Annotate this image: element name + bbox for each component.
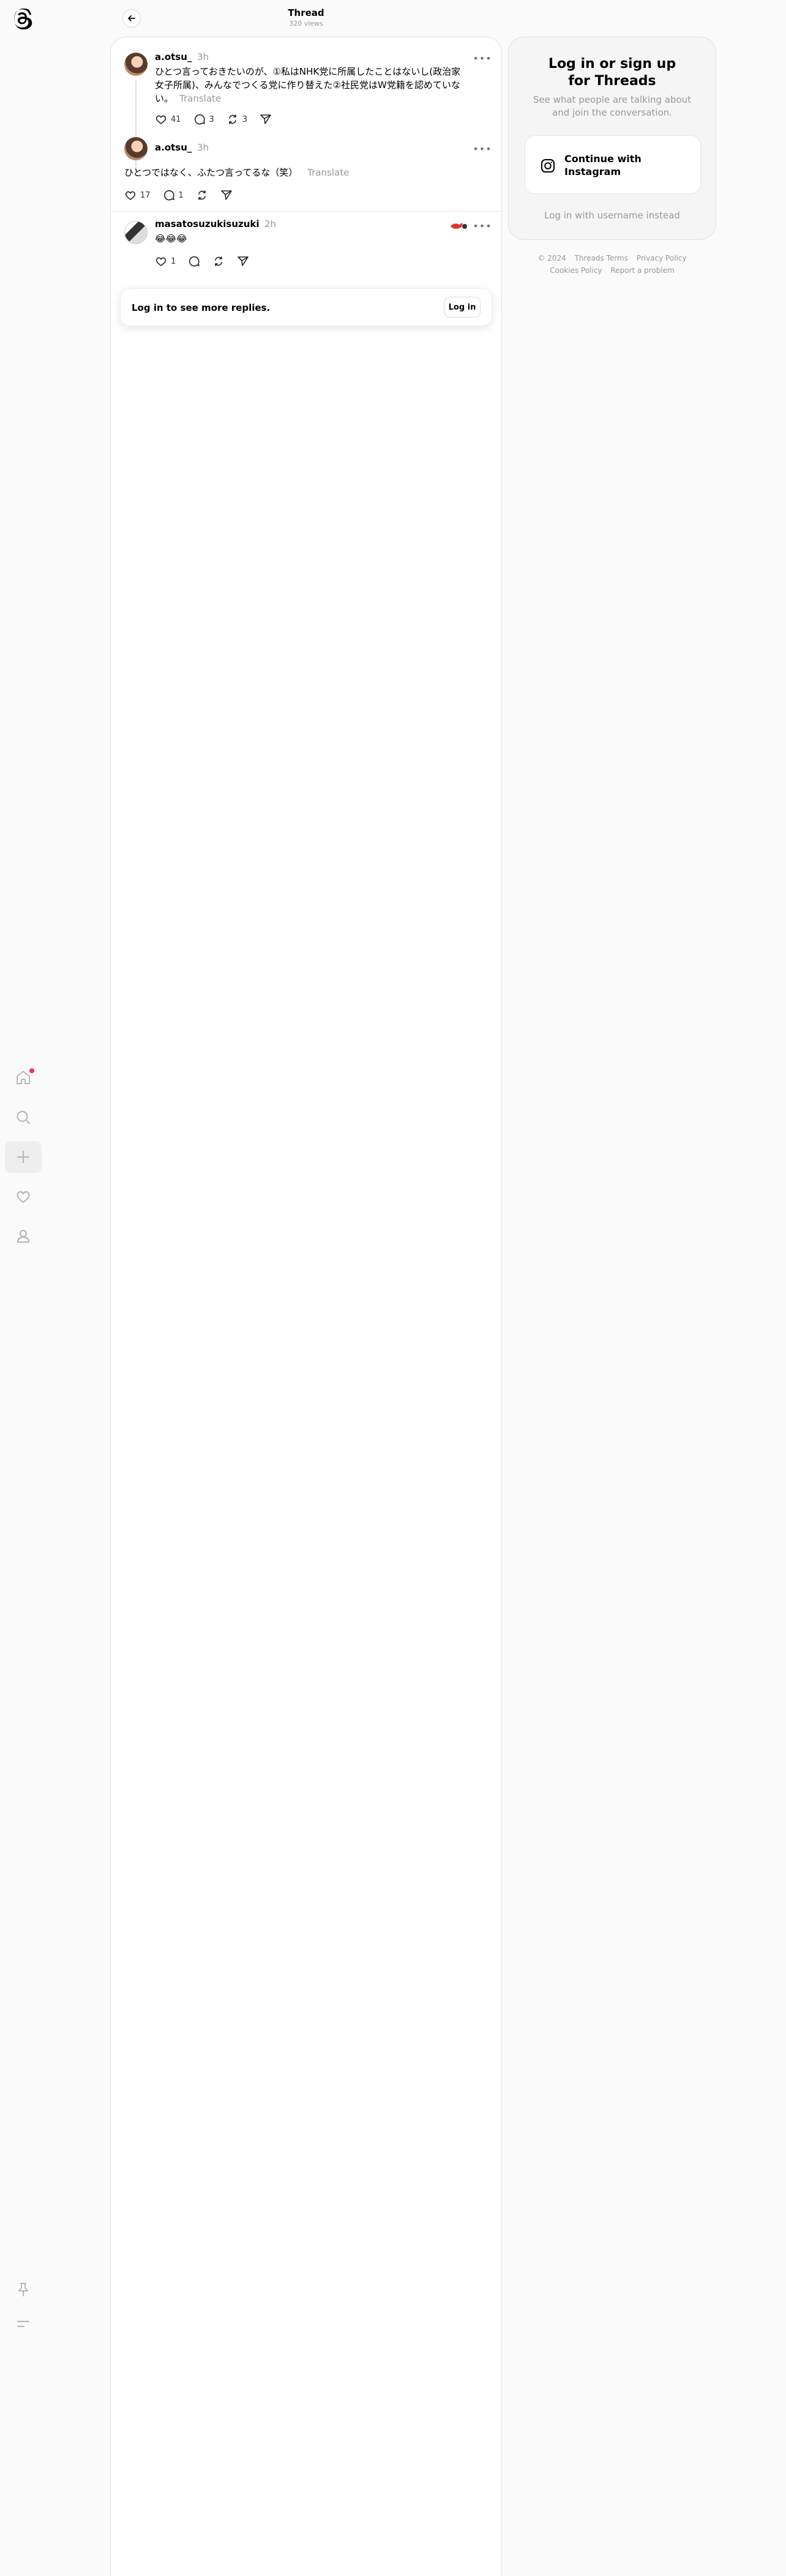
search-icon [17, 1111, 31, 1125]
nav-home[interactable] [5, 1062, 42, 1093]
copyright: © 2024 [537, 254, 566, 262]
more-options-icon[interactable]: ••• [473, 220, 492, 232]
instagram-icon [541, 159, 555, 173]
repost-button[interactable] [196, 189, 208, 201]
login-username-link[interactable]: Log in with username instead [509, 210, 716, 221]
report-link[interactable]: Report a problem [610, 266, 674, 275]
comment-icon [194, 114, 205, 125]
post-actions: 17 1 [124, 185, 245, 205]
post-actions: 41 3 3 [155, 110, 284, 129]
avatar[interactable] [124, 221, 148, 244]
nav-pin[interactable] [5, 2274, 42, 2306]
repost-icon [229, 114, 236, 124]
comment-icon [189, 256, 200, 267]
repost-icon [198, 190, 206, 200]
notification-dot [29, 1068, 34, 1073]
nav-activity[interactable] [5, 1181, 42, 1213]
more-options-icon[interactable]: ••• [473, 52, 492, 64]
translate-link[interactable]: Translate [307, 167, 349, 178]
post-time: 2h [264, 218, 277, 229]
share-button[interactable] [220, 189, 233, 201]
menu-icon [17, 2320, 30, 2328]
comment-icon [163, 190, 174, 201]
avatar[interactable] [124, 53, 148, 76]
send-icon [260, 114, 271, 124]
send-icon [238, 256, 249, 266]
more-options-icon[interactable]: ••• [473, 143, 492, 155]
avatar[interactable] [124, 137, 148, 160]
post-time: 3h [197, 142, 209, 153]
signup-title: Log in or sign up for Threads [548, 56, 676, 89]
terms-link[interactable]: Threads Terms [575, 254, 628, 262]
share-button[interactable] [260, 113, 272, 125]
share-button[interactable] [237, 255, 249, 267]
reply-button[interactable] [188, 255, 200, 267]
post-username[interactable]: masatosuzukisuzuki [155, 218, 260, 229]
badge-icon [451, 223, 467, 229]
nav-menu[interactable] [5, 2308, 42, 2340]
privacy-link[interactable]: Privacy Policy [637, 254, 687, 262]
cookies-link[interactable]: Cookies Policy [550, 266, 602, 275]
profile-icon [17, 1229, 30, 1243]
login-prompt-text: Log in to see more replies. [132, 302, 271, 313]
like-button[interactable]: 41 [155, 113, 181, 125]
footer-row-1: © 2024 Threads Terms Privacy Policy [508, 252, 716, 264]
like-count: 17 [140, 190, 151, 200]
login-button[interactable]: Log in [444, 297, 481, 318]
footer-row-2: Cookies Policy Report a problem [508, 264, 716, 277]
nav-profile[interactable] [5, 1220, 42, 1252]
post-text: ひとつではなく、ふたつ言ってるな（笑） Translate [124, 167, 350, 178]
repost-count: 3 [242, 114, 248, 124]
heart-icon [17, 1191, 30, 1204]
signup-panel: Log in or sign up for Threads See what p… [508, 37, 716, 240]
home-icon [17, 1071, 30, 1084]
heart-icon [125, 191, 136, 200]
translate-link[interactable]: Translate [179, 93, 221, 104]
post-username[interactable]: a.otsu_ [155, 142, 192, 153]
repost-button[interactable] [212, 255, 225, 267]
nav-create[interactable] [5, 1141, 42, 1173]
divider [111, 211, 501, 212]
post-text: 😂😂😂 [155, 233, 187, 244]
pin-icon [18, 2283, 28, 2296]
reply-button[interactable]: 1 [163, 189, 184, 201]
like-button[interactable]: 1 [155, 255, 176, 267]
signup-subtitle: See what people are talking about and jo… [533, 94, 692, 118]
heart-icon [155, 257, 167, 266]
continue-with-instagram-button[interactable]: Continue with Instagram [525, 135, 701, 194]
reply-count: 3 [209, 114, 214, 124]
post-time: 3h [197, 51, 209, 62]
post-actions: 1 [155, 251, 261, 271]
instagram-button-label: Continue with Instagram [564, 153, 642, 177]
left-rail [0, 0, 47, 2576]
login-prompt-card: Log in to see more replies. Log in [120, 288, 492, 326]
thread-column: a.otsu_ 3h ••• ひとつ言っておきたいのが、①私はNHK党に所属した… [110, 37, 502, 2576]
view-count: 320 views [289, 20, 323, 28]
repost-icon [215, 256, 223, 266]
plus-icon [17, 1150, 30, 1164]
reply-button[interactable]: 3 [193, 113, 214, 125]
send-icon [221, 190, 232, 200]
like-count: 1 [171, 256, 176, 266]
like-button[interactable]: 17 [124, 189, 151, 201]
post-text: ひとつ言っておきたいのが、①私はNHK党に所属したことはないし(政治家 女子所属… [155, 66, 461, 104]
repost-button[interactable]: 3 [226, 113, 247, 125]
like-count: 41 [171, 114, 181, 124]
page-title: Thread [288, 7, 324, 18]
reply-count: 1 [178, 190, 184, 200]
heart-icon [155, 115, 167, 124]
post-username[interactable]: a.otsu_ [155, 51, 192, 62]
nav-search[interactable] [5, 1101, 42, 1133]
